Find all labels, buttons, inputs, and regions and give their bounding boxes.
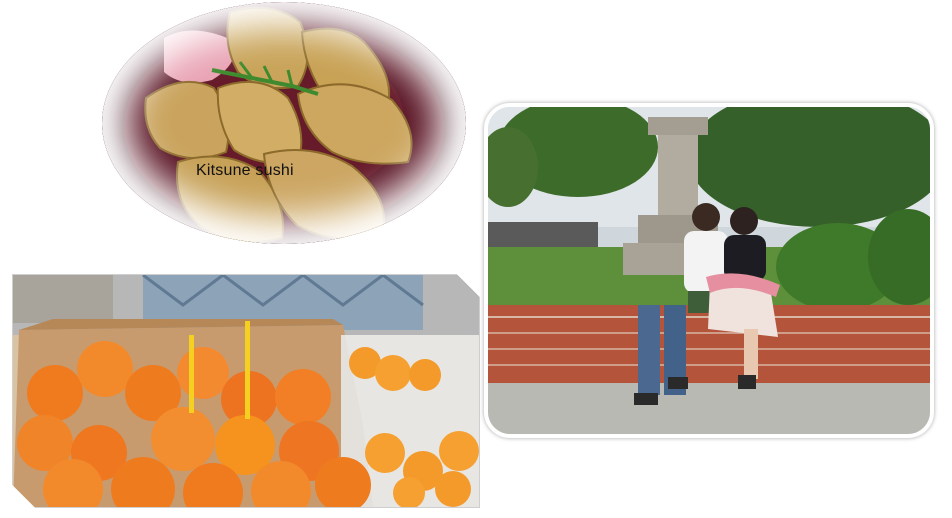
park-illustration (488, 107, 930, 434)
oranges-photo (12, 274, 480, 508)
price-stick (189, 335, 194, 413)
sushi-illustration (124, 6, 444, 243)
price-stick (245, 321, 250, 419)
oranges-illustration (13, 275, 479, 507)
sushi-caption: Kitsune sushi (196, 162, 294, 179)
kitsune-sushi-photo: Kitsune sushi (102, 2, 466, 244)
park-couple-photo (484, 103, 934, 438)
